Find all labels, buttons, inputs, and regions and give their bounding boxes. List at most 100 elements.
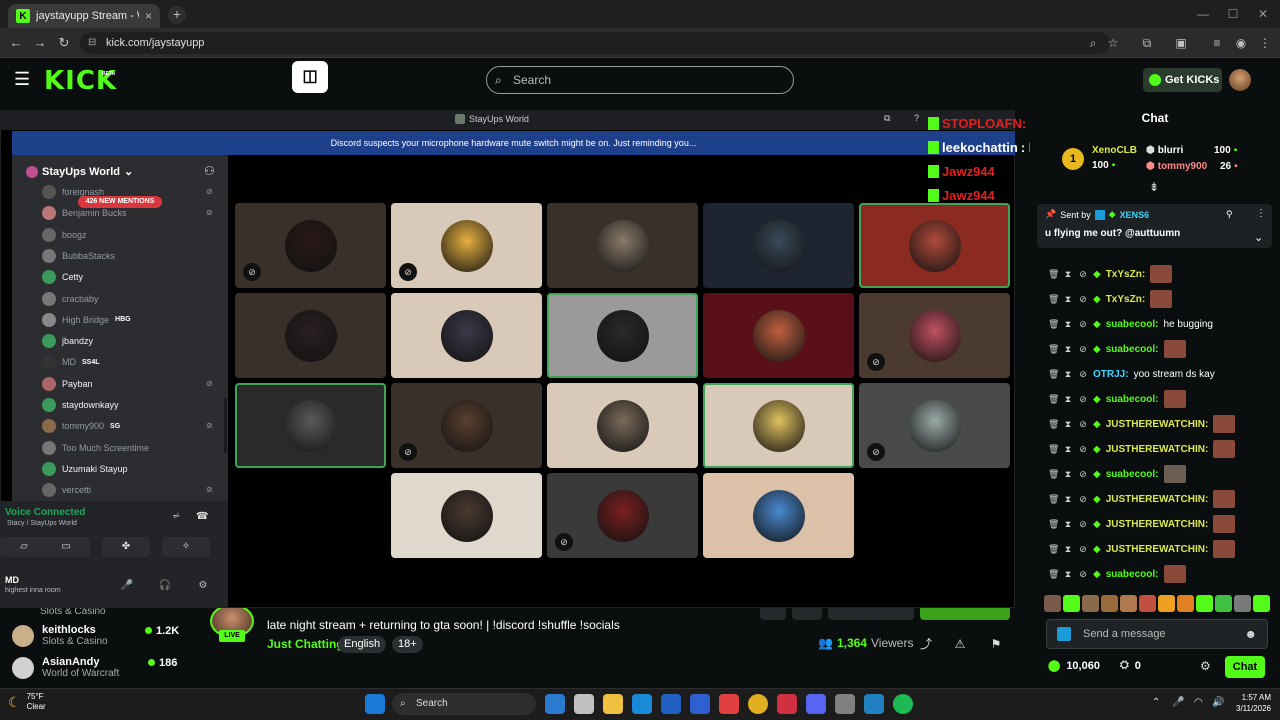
participant-video-tile[interactable] bbox=[703, 383, 854, 468]
taskbar-search[interactable]: ⌕ Search bbox=[392, 693, 536, 715]
delete-icon[interactable]: 🗑 bbox=[1048, 419, 1059, 430]
wifi-icon[interactable]: ◠ bbox=[1194, 697, 1203, 708]
noise-suppression-icon[interactable]: ⩫ bbox=[172, 511, 180, 522]
voice-member[interactable]: tommy900 SG bbox=[42, 419, 120, 434]
voice-member[interactable]: jbandzy bbox=[42, 334, 93, 349]
mail-icon[interactable] bbox=[690, 694, 710, 714]
voice-member[interactable]: boogz bbox=[42, 227, 87, 242]
chat-message[interactable]: 🗑 ⧗ ⊘ ◆ suabecool: he bugging bbox=[1048, 314, 1213, 334]
chat-username[interactable]: JUSTHEREWATCHIN: bbox=[1106, 419, 1209, 430]
emote-icon[interactable] bbox=[1044, 594, 1061, 612]
app-shortcut-icon[interactable]: ◫ bbox=[292, 61, 328, 93]
delete-icon[interactable]: 🗑 bbox=[1048, 469, 1059, 480]
participant-video-tile[interactable] bbox=[235, 383, 386, 468]
kick-points-count[interactable]: 10,060 bbox=[1066, 660, 1100, 672]
soundboard-button[interactable]: ✧ bbox=[162, 537, 210, 557]
file-explorer-icon[interactable] bbox=[603, 694, 623, 714]
chat-settings-icon[interactable]: ⚙ bbox=[1200, 659, 1211, 673]
emote-icon[interactable] bbox=[1177, 594, 1194, 612]
member-list-scrollbar[interactable] bbox=[224, 398, 227, 453]
recommended-item[interactable]: AsianAndy World of Warcraft bbox=[12, 656, 119, 679]
participant-video-tile[interactable]: ⊘ bbox=[391, 203, 542, 288]
spotify-icon[interactable] bbox=[893, 694, 913, 714]
voice-member[interactable]: High Bridge HBG bbox=[42, 312, 131, 327]
headphones-icon[interactable]: 🎧 bbox=[158, 579, 172, 593]
reading-list-icon[interactable]: ≡ bbox=[1208, 34, 1226, 52]
emote-icon[interactable] bbox=[1234, 594, 1251, 612]
ban-icon[interactable]: ⊘ bbox=[1078, 469, 1088, 480]
settings-gear-icon[interactable]: ⚙ bbox=[196, 579, 210, 593]
chat-message[interactable]: 🗑 ⧗ ⊘ ◆ JUSTHEREWATCHIN: bbox=[1048, 414, 1236, 434]
recommended-item[interactable]: keithlocks Slots & Casino bbox=[12, 624, 108, 647]
follow-user-icon[interactable]: ⚑ bbox=[988, 636, 1004, 652]
delete-icon[interactable]: 🗑 bbox=[1048, 444, 1059, 455]
participant-video-tile[interactable] bbox=[547, 383, 698, 468]
delete-icon[interactable]: 🗑 bbox=[1048, 519, 1059, 530]
voice-member[interactable]: Benjamin Bucks bbox=[42, 206, 127, 221]
camera-button[interactable]: ▱ bbox=[0, 537, 48, 557]
delete-icon[interactable]: 🗑 bbox=[1048, 544, 1059, 555]
zoom-icon[interactable]: ⌕ bbox=[1084, 34, 1102, 52]
tag-english[interactable]: English bbox=[338, 636, 387, 653]
delete-icon[interactable]: 🗑 bbox=[1048, 569, 1059, 580]
emote-icon[interactable] bbox=[1196, 594, 1213, 612]
discord-icon[interactable] bbox=[806, 694, 826, 714]
ban-icon[interactable]: ⊘ bbox=[1078, 494, 1088, 505]
participant-video-tile[interactable]: ⊘ bbox=[391, 383, 542, 468]
timeout-icon[interactable]: ⧗ bbox=[1063, 319, 1073, 330]
reload-icon[interactable]: ↻ bbox=[56, 35, 72, 51]
ban-icon[interactable]: ⊘ bbox=[1078, 369, 1088, 380]
close-window-button[interactable]: ✕ bbox=[1248, 4, 1278, 24]
voice-member[interactable]: MD SS4L bbox=[42, 355, 100, 370]
ban-icon[interactable]: ⊘ bbox=[1078, 519, 1088, 530]
voice-member[interactable]: staydownkayy bbox=[42, 398, 119, 412]
stream-category[interactable]: Just Chatting bbox=[267, 637, 344, 651]
chat-message[interactable]: 🗑 ⧗ ⊘ ◆ suabecool: bbox=[1048, 339, 1186, 359]
participant-video-tile[interactable]: ⊘ bbox=[859, 293, 1010, 378]
participant-video-tile[interactable] bbox=[859, 203, 1010, 288]
chat-username[interactable]: JUSTHEREWATCHIN: bbox=[1106, 544, 1209, 555]
popout-icon[interactable]: ⧉ bbox=[884, 113, 890, 124]
voice-member[interactable]: Cetty bbox=[42, 270, 83, 285]
leaderboard-entry[interactable]: ⬢ tommy900 bbox=[1146, 161, 1207, 172]
back-icon[interactable]: ← bbox=[8, 35, 24, 51]
start-windows-icon[interactable] bbox=[365, 694, 385, 714]
leaderboard-entry[interactable]: ⬢ blurri bbox=[1146, 145, 1183, 156]
ban-icon[interactable]: ⊘ bbox=[1078, 269, 1088, 280]
ban-icon[interactable]: ⊘ bbox=[1078, 419, 1088, 430]
timeout-icon[interactable]: ⧗ bbox=[1063, 344, 1073, 355]
delete-icon[interactable]: 🗑 bbox=[1048, 269, 1059, 280]
timeout-icon[interactable]: ⧗ bbox=[1063, 469, 1073, 480]
new-mentions-badge[interactable]: 426 NEW MENTIONS bbox=[78, 196, 162, 208]
chrome-icon[interactable] bbox=[748, 694, 768, 714]
chat-message[interactable]: 🗑 ⧗ ⊘ ◆ JUSTHEREWATCHIN: bbox=[1048, 539, 1236, 559]
delete-icon[interactable]: 🗑 bbox=[1048, 319, 1059, 330]
participant-video-tile[interactable] bbox=[703, 473, 854, 558]
emote-icon[interactable] bbox=[1120, 594, 1137, 612]
emote-icon[interactable] bbox=[1158, 594, 1175, 612]
site-info-icon[interactable]: ⊟ bbox=[88, 32, 96, 54]
forward-icon[interactable]: → bbox=[32, 35, 48, 51]
volume-icon[interactable]: 🔊 bbox=[1212, 697, 1224, 708]
ban-icon[interactable]: ⊘ bbox=[1078, 344, 1088, 355]
emote-icon[interactable] bbox=[1253, 594, 1270, 612]
unpin-icon[interactable]: ⚲ bbox=[1226, 209, 1233, 220]
bookmark-star-icon[interactable]: ☆ bbox=[1104, 34, 1122, 52]
taskbar-clock[interactable]: 1:57 AM 3/11/2026 bbox=[1236, 692, 1271, 714]
chat-message[interactable]: 🗑 ⧗ ⊘ ◆ JUSTHEREWATCHIN: bbox=[1048, 489, 1236, 509]
emote-icon[interactable] bbox=[1101, 594, 1118, 612]
participant-video-tile[interactable] bbox=[703, 203, 854, 288]
extensions-icon[interactable]: ⧉ bbox=[1138, 34, 1156, 52]
voice-member[interactable]: cracbaby bbox=[42, 291, 99, 306]
participant-video-tile[interactable] bbox=[547, 293, 698, 378]
split-view-icon[interactable]: ▣ bbox=[1172, 34, 1190, 52]
expand-leaderboard-icon[interactable]: ⇟ bbox=[1149, 180, 1159, 194]
tray-mic-icon[interactable]: 🎤 bbox=[1172, 697, 1184, 708]
server-name-header[interactable]: StayUps World ⌄ bbox=[26, 165, 133, 178]
timeout-icon[interactable]: ⧗ bbox=[1063, 394, 1073, 405]
chevron-down-icon[interactable]: ⌄ bbox=[1254, 231, 1263, 244]
screenshare-button[interactable]: ▭ bbox=[42, 537, 90, 557]
voice-member[interactable]: BubbaStacks bbox=[42, 248, 115, 263]
emote-icon[interactable] bbox=[1063, 594, 1080, 612]
ban-icon[interactable]: ⊘ bbox=[1078, 394, 1088, 405]
